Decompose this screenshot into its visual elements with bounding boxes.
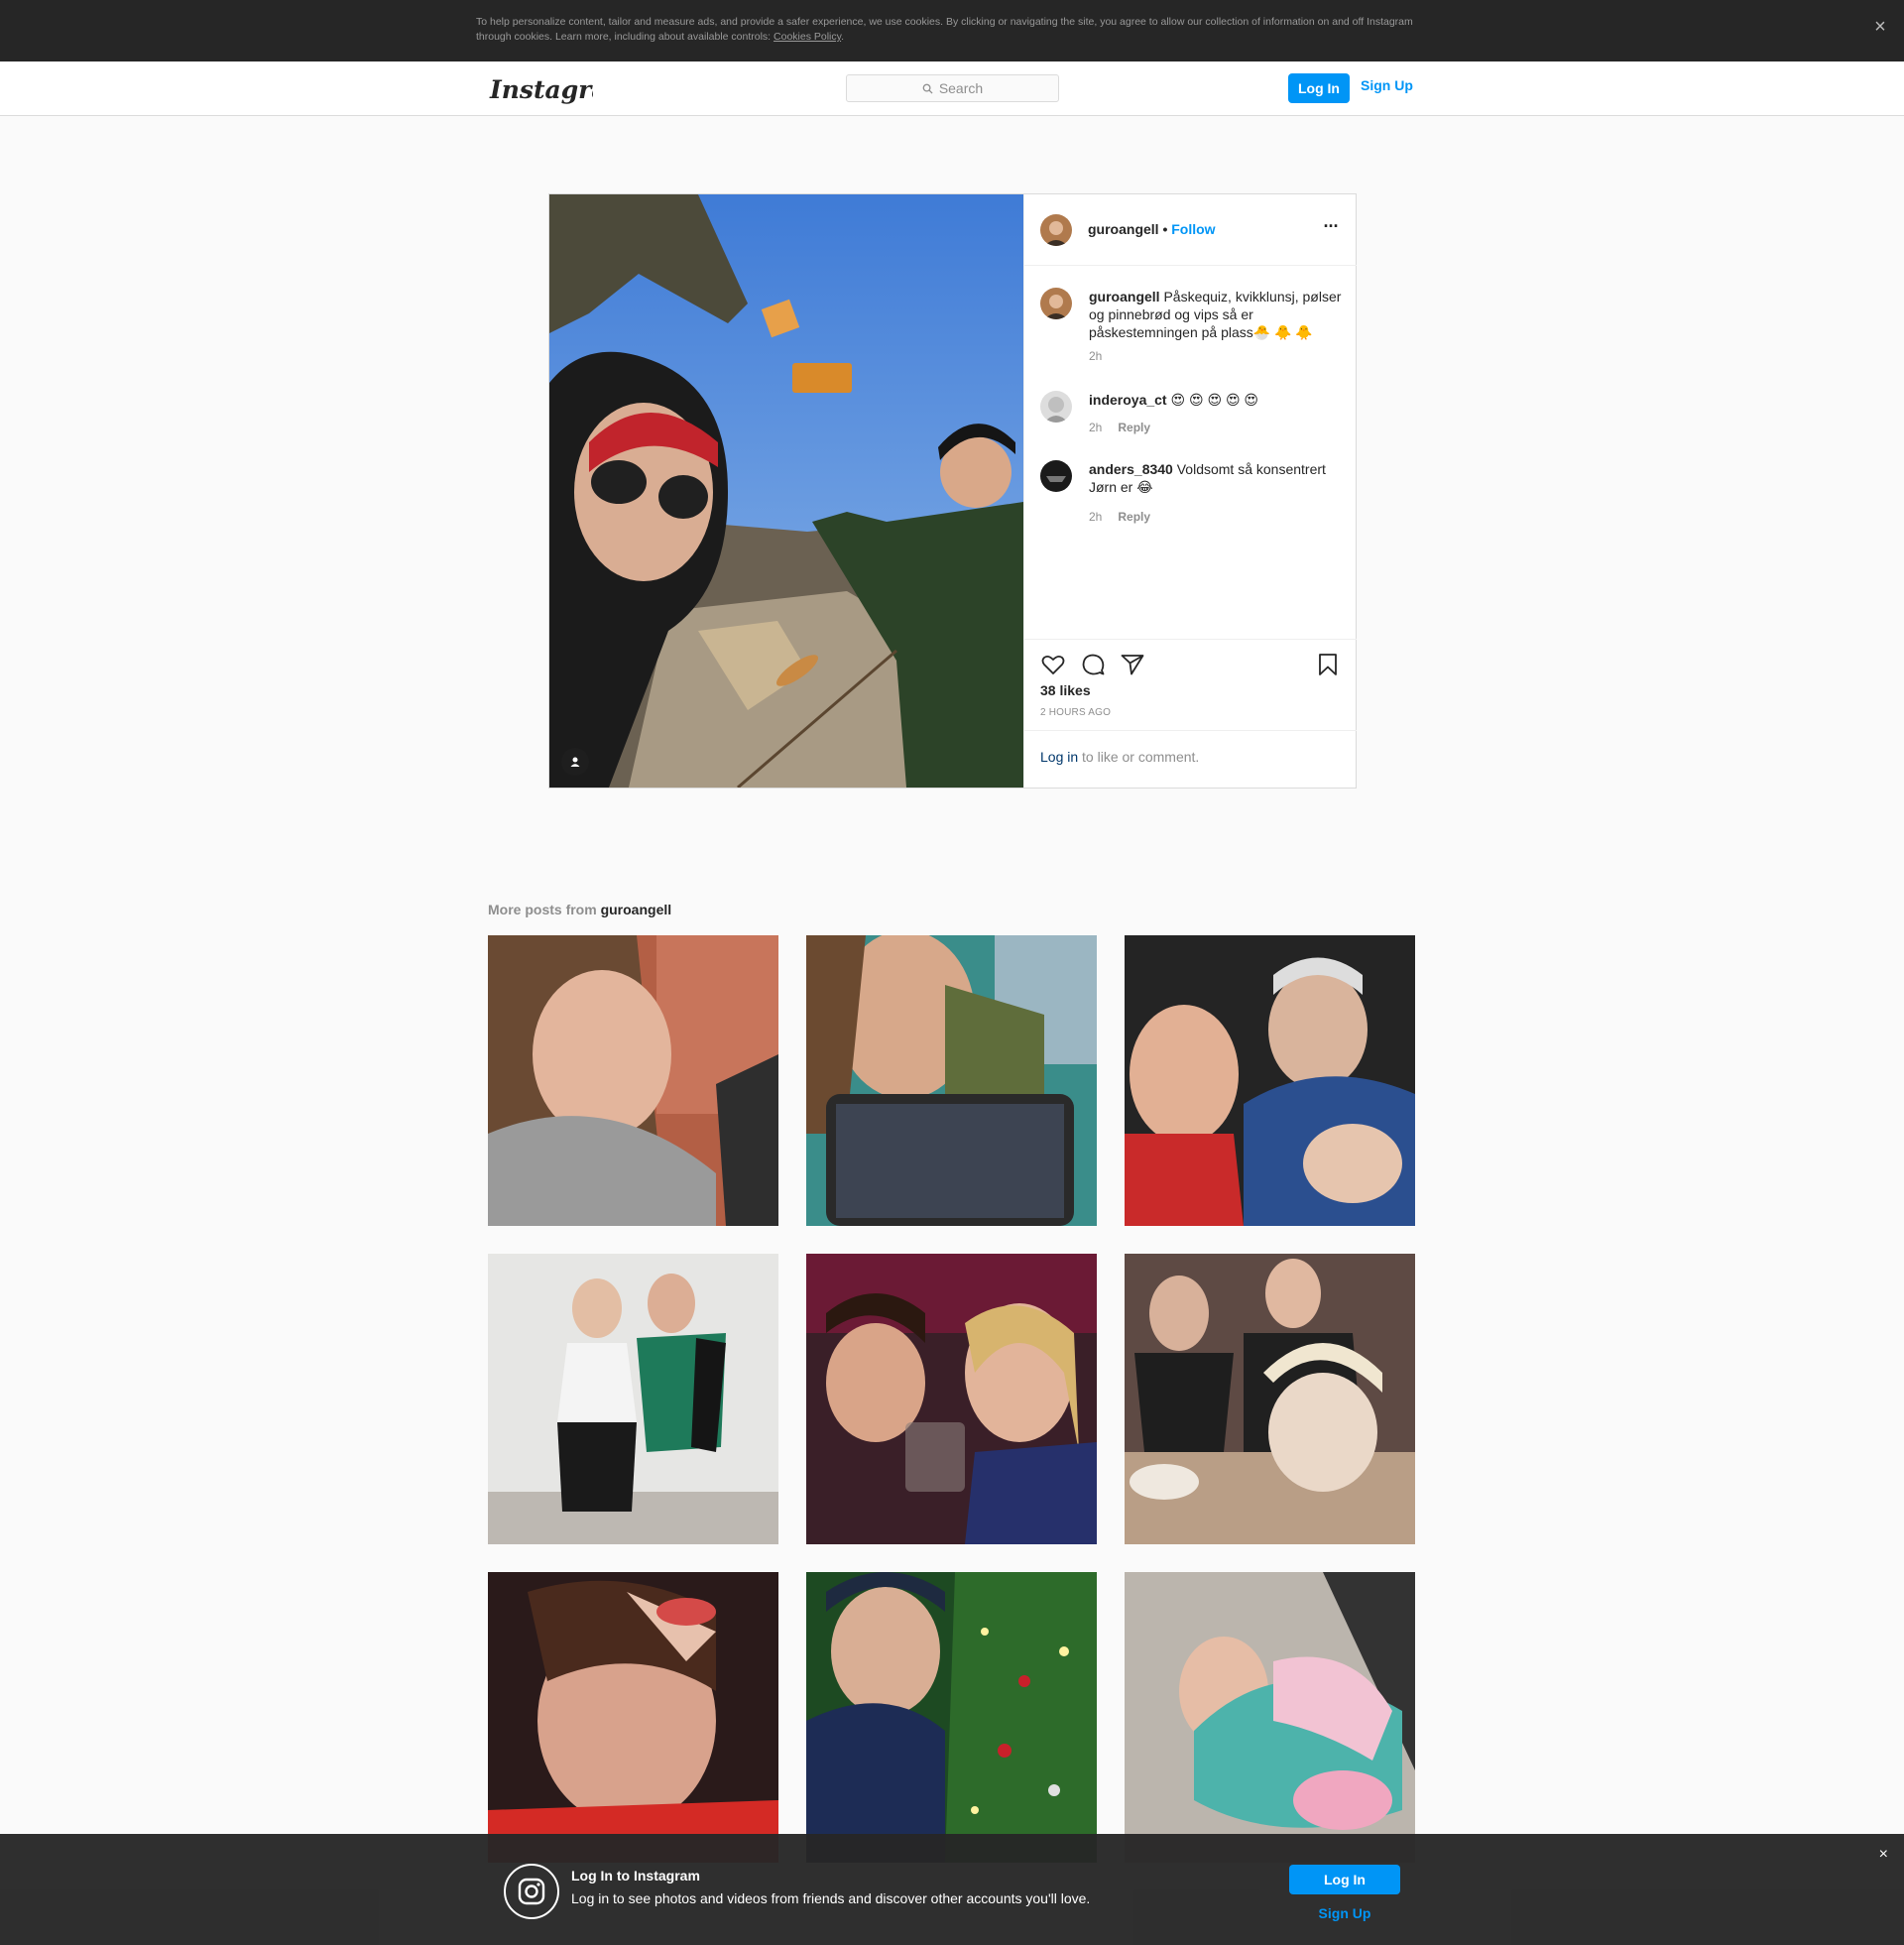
post-thumbnail[interactable] — [488, 935, 778, 1226]
login-link[interactable]: Log in — [1040, 749, 1078, 765]
dot-separator: • — [1158, 221, 1172, 237]
avatar[interactable] — [1040, 391, 1072, 423]
comment: anders_8340 Voldsomt så konsentrert Jørn… — [1040, 460, 1343, 530]
cookie-text: To help personalize content, tailor and … — [476, 15, 1428, 45]
post-thumbnail[interactable] — [488, 1572, 778, 1863]
comment-time[interactable]: 2h — [1089, 421, 1102, 434]
post-thumbnail[interactable] — [1125, 1254, 1415, 1544]
comment-username[interactable]: inderoya_ct — [1089, 392, 1167, 408]
post-thumbnail[interactable] — [1125, 1572, 1415, 1863]
post-thumbnail[interactable] — [806, 935, 1097, 1226]
caption-username[interactable]: guroangell — [1089, 289, 1160, 304]
author-username[interactable]: guroangell — [1088, 221, 1159, 237]
post-timestamp[interactable]: 2 HOURS AGO — [1040, 707, 1111, 718]
caption-text: guroangell Påskequiz, kvikklunsj, pølser… — [1089, 288, 1347, 341]
avatar[interactable] — [1040, 214, 1072, 246]
share-icon[interactable] — [1120, 652, 1145, 677]
bookmark-icon[interactable] — [1315, 652, 1341, 677]
login-to-comment: Log in to like or comment. — [1024, 730, 1357, 788]
post-header: guroangell • Follow ··· — [1024, 194, 1357, 266]
comment-username[interactable]: anders_8340 — [1089, 461, 1173, 477]
comment-body: 😍 😍 😍 😍 😍 — [1170, 392, 1259, 408]
comment-meta: 2h Reply — [1089, 421, 1150, 434]
close-icon[interactable]: × — [1868, 15, 1892, 39]
avatar[interactable] — [1040, 460, 1072, 492]
instagram-logo[interactable]: Instagram — [488, 71, 593, 107]
cookie-banner: To help personalize content, tailor and … — [0, 0, 1904, 61]
heart-icon[interactable] — [1040, 652, 1066, 677]
more-posts-heading: More posts from guroangell — [488, 902, 671, 917]
cookie-message: To help personalize content, tailor and … — [476, 16, 1413, 43]
cookies-policy-link[interactable]: Cookies Policy — [774, 31, 841, 43]
cookie-end: . — [841, 31, 845, 43]
caption-time[interactable]: 2h — [1089, 349, 1102, 363]
search-icon — [922, 83, 933, 94]
post-sidebar: guroangell • Follow ··· guroangell Påske… — [1023, 194, 1357, 788]
banner-login-button[interactable]: Log In — [1289, 1865, 1400, 1894]
instagram-icon — [504, 1864, 559, 1919]
caption-meta: 2h — [1089, 349, 1102, 363]
caption: guroangell Påskequiz, kvikklunsj, pølser… — [1040, 288, 1343, 387]
close-icon[interactable]: × — [1879, 1846, 1888, 1864]
post-author: guroangell • Follow — [1088, 221, 1216, 237]
post-thumbnail[interactable] — [806, 1572, 1097, 1863]
comment: inderoya_ct 😍 😍 😍 😍 😍 2h Reply — [1040, 391, 1343, 450]
comment-text: inderoya_ct 😍 😍 😍 😍 😍 — [1089, 391, 1347, 409]
post-thumbnail[interactable] — [806, 1254, 1097, 1544]
more-posts-prefix: More posts from — [488, 902, 601, 917]
post-thumbnail[interactable] — [1125, 935, 1415, 1226]
post-thumbnail[interactable] — [488, 1254, 778, 1544]
login-banner: Log In to Instagram Log in to see photos… — [0, 1834, 1904, 1945]
top-navbar: Instagram Search Log In Sign Up — [0, 61, 1904, 116]
tag-user-icon[interactable] — [561, 748, 589, 776]
comment-time[interactable]: 2h — [1089, 510, 1102, 524]
post-photo[interactable] — [549, 194, 1023, 788]
search-input[interactable]: Search — [846, 74, 1059, 102]
signup-link[interactable]: Sign Up — [1361, 77, 1413, 93]
more-posts-username[interactable]: guroangell — [601, 902, 672, 917]
search-placeholder: Search — [938, 80, 984, 96]
reply-button[interactable]: Reply — [1118, 421, 1150, 434]
login-hint: to like or comment. — [1078, 749, 1200, 765]
post-image — [549, 194, 1023, 788]
banner-signup-link[interactable]: Sign Up — [1289, 1905, 1400, 1921]
follow-button[interactable]: Follow — [1171, 221, 1215, 237]
post-card: guroangell • Follow ··· guroangell Påske… — [548, 193, 1357, 789]
comment-meta: 2h Reply — [1089, 510, 1150, 524]
reply-button[interactable]: Reply — [1118, 510, 1150, 524]
comment-icon[interactable] — [1080, 652, 1106, 677]
likes-count[interactable]: 38 likes — [1040, 682, 1091, 698]
banner-subtitle: Log in to see photos and videos from fri… — [571, 1890, 1091, 1906]
banner-title: Log In to Instagram — [571, 1868, 700, 1884]
logo-text: Instagram — [489, 75, 593, 104]
more-options-icon[interactable]: ··· — [1321, 217, 1341, 238]
comment-text: anders_8340 Voldsomt så konsentrert Jørn… — [1089, 460, 1347, 496]
avatar[interactable] — [1040, 288, 1072, 319]
login-button[interactable]: Log In — [1288, 73, 1350, 103]
post-actions: 38 likes 2 HOURS AGO — [1024, 639, 1357, 730]
